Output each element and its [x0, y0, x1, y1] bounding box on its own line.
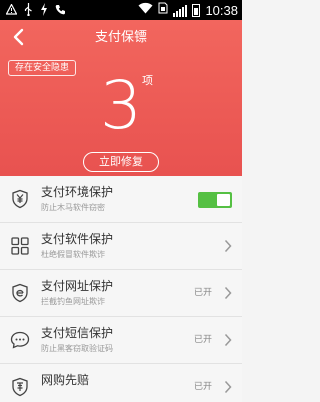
apps-grid-icon: [11, 237, 29, 255]
sim-icon: [158, 2, 168, 19]
item-subtitle: 防止木马软件窃密: [41, 203, 105, 212]
item-title: 支付短信保护: [41, 326, 114, 340]
toggle-knob: [217, 194, 230, 206]
clock: 10:38: [205, 2, 238, 18]
usb-icon: [24, 3, 33, 21]
item-subtitle: 拦截钓鱼网址欺诈: [41, 297, 105, 306]
battery-icon: [192, 4, 201, 17]
item-status: 已开: [193, 335, 212, 345]
protection-list: 支付环境保护 防止木马软件窃密 支付软件保护 杜绝假冒软件欺诈 支付网址保护 拦…: [0, 176, 242, 402]
risk-unit: 项: [142, 74, 153, 87]
chat-bubble-icon: [10, 331, 30, 349]
item-subtitle: 防止黑客窃取验证码: [41, 344, 113, 353]
list-item-shopping-compensation[interactable]: 网购先赔 已开: [0, 364, 242, 402]
phone-icon: [55, 4, 66, 20]
fix-now-button[interactable]: 立即修复: [83, 152, 159, 172]
risk-count: 3: [100, 67, 142, 144]
risk-summary-header: 支付保镖 存在安全隐患 3 项 立即修复: [0, 20, 242, 176]
chevron-right-icon: [224, 286, 232, 300]
charging-icon: [40, 3, 48, 21]
item-title: 支付软件保护: [41, 232, 114, 246]
chevron-right-icon: [224, 380, 232, 394]
warning-icon: [5, 3, 18, 20]
item-title: 支付环境保护: [41, 185, 114, 199]
item-title: 支付网址保护: [41, 279, 114, 293]
shield-compensation-icon: [12, 377, 28, 397]
list-item-payment-url[interactable]: 支付网址保护 拦截钓鱼网址欺诈 已开: [0, 270, 242, 317]
list-item-payment-environment[interactable]: 支付环境保护 防止木马软件窃密: [0, 176, 242, 223]
status-bar: 10:38: [0, 0, 242, 20]
signal-icon: [173, 4, 188, 17]
page-title: 支付保镖: [94, 30, 147, 45]
chevron-right-icon: [224, 239, 232, 253]
list-item-payment-sms[interactable]: 支付短信保护 防止黑客窃取验证码 已开: [0, 317, 242, 364]
list-item-payment-software[interactable]: 支付软件保护 杜绝假冒软件欺诈: [0, 223, 242, 270]
item-status: 已开: [193, 288, 212, 298]
browser-e-icon: [12, 283, 28, 303]
item-title: 网购先赔: [41, 373, 90, 387]
chevron-right-icon: [224, 333, 232, 347]
item-status: 已开: [193, 382, 212, 392]
item-subtitle: 杜绝假冒软件欺诈: [41, 250, 105, 259]
wifi-icon: [138, 2, 153, 19]
payment-environment-toggle[interactable]: [198, 192, 232, 208]
yuan-shield-icon: [12, 189, 28, 209]
